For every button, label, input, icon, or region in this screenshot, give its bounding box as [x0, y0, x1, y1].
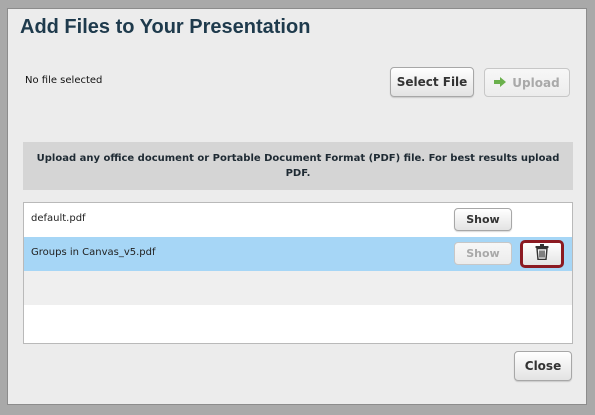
delete-file-button[interactable] — [520, 240, 564, 268]
close-button[interactable]: Close — [514, 351, 572, 381]
show-label: Show — [466, 247, 500, 260]
select-file-label: Select File — [396, 75, 468, 89]
upload-label: Upload — [512, 75, 560, 90]
dialog-title: Add Files to Your Presentation — [20, 16, 311, 38]
upload-arrow-icon — [494, 76, 507, 90]
trash-icon — [535, 244, 549, 264]
add-files-dialog: Add Files to Your Presentation No file s… — [8, 9, 586, 404]
upload-button[interactable]: Upload — [484, 68, 570, 97]
file-row-selected[interactable]: Groups in Canvas_v5.pdf Show — [24, 237, 572, 271]
file-list: default.pdf Show Groups in Canvas_v5.pdf… — [23, 202, 573, 344]
upload-notice-text: Upload any office document or Portable D… — [36, 153, 560, 179]
file-status-text: No file selected — [25, 75, 103, 86]
file-name: Groups in Canvas_v5.pdf — [31, 247, 156, 258]
show-label: Show — [466, 213, 500, 226]
show-file-button[interactable]: Show — [454, 242, 512, 265]
close-label: Close — [524, 359, 562, 373]
file-row: default.pdf Show — [24, 203, 572, 237]
show-file-button[interactable]: Show — [454, 208, 512, 231]
file-name: default.pdf — [31, 213, 86, 224]
select-file-button[interactable]: Select File — [390, 67, 474, 97]
upload-notice: Upload any office document or Portable D… — [23, 142, 573, 190]
empty-row — [24, 271, 572, 305]
